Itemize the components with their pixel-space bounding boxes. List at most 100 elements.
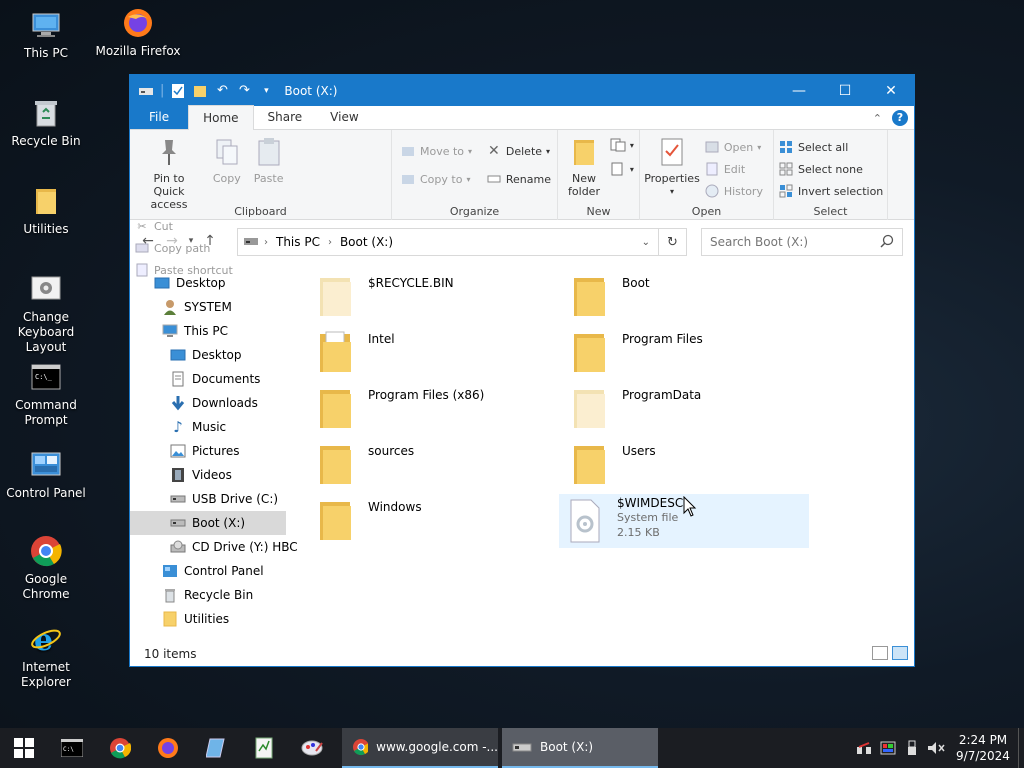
desktop-icon-firefox[interactable]: Mozilla Firefox [92, 6, 184, 59]
taskbar-cmd-button[interactable]: C:\ [48, 728, 96, 768]
select-none-button[interactable]: Select none [778, 160, 883, 178]
file-item-windows[interactable]: Windows [310, 494, 560, 548]
file-item-program-files-x86[interactable]: Program Files (x86) [310, 382, 560, 436]
tab-view[interactable]: View [316, 105, 372, 129]
breadcrumb-this-pc[interactable]: This PC [276, 235, 320, 249]
taskbar-notepad-button[interactable] [240, 728, 288, 768]
system-file-icon [570, 499, 600, 543]
file-item-users[interactable]: Users [564, 438, 814, 492]
tab-share[interactable]: Share [254, 105, 317, 129]
new-item-button[interactable]: ▾ [610, 136, 634, 154]
file-item-boot[interactable]: Boot [564, 270, 814, 324]
taskbar-task-chrome[interactable]: www.google.com -... [342, 728, 498, 768]
desktop-icon-recycle-bin[interactable]: Recycle Bin [0, 96, 92, 149]
file-item-programdata[interactable]: ProgramData [564, 382, 814, 436]
cut-button[interactable]: ✂ Cut [134, 217, 233, 235]
maximize-button[interactable]: ☐ [822, 75, 868, 106]
file-item-recycle-bin-folder[interactable]: $RECYCLE.BIN [310, 270, 560, 324]
network-icon[interactable] [852, 728, 876, 768]
taskbar-app-button[interactable] [192, 728, 240, 768]
desktop-icon-internet-explorer[interactable]: e Internet Explorer [0, 622, 92, 690]
nav-label: Downloads [192, 396, 258, 410]
new-folder-quick-icon[interactable] [192, 83, 208, 99]
undo-icon[interactable]: ↶ [214, 83, 230, 99]
nav-item-this-pc[interactable]: This PC [130, 319, 286, 343]
paste-button[interactable]: Paste [250, 134, 288, 187]
address-bar[interactable]: › This PC › Boot (X:) ⌄ [237, 228, 659, 256]
minimize-button[interactable]: — [776, 75, 822, 106]
invert-selection-button[interactable]: Invert selection [778, 182, 883, 200]
folder-icon [574, 334, 605, 372]
new-folder-button[interactable]: New folder [562, 134, 606, 200]
open-button[interactable]: Open ▾ [704, 138, 763, 156]
nav-item-system[interactable]: SYSTEM [130, 295, 286, 319]
rename-button[interactable]: Rename [486, 170, 551, 188]
nav-item-utilities[interactable]: Utilities [130, 607, 286, 631]
file-item-sources[interactable]: sources [310, 438, 560, 492]
nav-item-cd-drive[interactable]: CD Drive (Y:) HBC [130, 535, 298, 559]
nav-item-downloads[interactable]: Downloads [130, 391, 286, 415]
select-all-button[interactable]: Select all [778, 138, 883, 156]
nav-item-recycle-bin[interactable]: Recycle Bin [130, 583, 286, 607]
large-icons-view-icon[interactable] [892, 646, 908, 660]
folder-icon [574, 390, 605, 428]
taskbar-firefox-button[interactable] [144, 728, 192, 768]
nav-item-videos[interactable]: Videos [130, 463, 286, 487]
copy-button[interactable]: Copy [208, 134, 246, 187]
file-item-program-files[interactable]: Program Files [564, 326, 814, 380]
nav-item-desktop[interactable]: Desktop [130, 343, 286, 367]
nav-item-usb-drive[interactable]: USB Drive (C:) [130, 487, 286, 511]
system-tray: 2:24 PM 9/7/2024 [852, 728, 1024, 768]
copy-to-button[interactable]: Copy to ▾ [400, 170, 472, 188]
nav-label: USB Drive (C:) [192, 492, 279, 506]
tab-file[interactable]: File [130, 105, 189, 129]
file-item-intel[interactable]: Intel [310, 326, 560, 380]
move-to-button[interactable]: Move to ▾ [400, 142, 472, 160]
nav-item-documents[interactable]: Documents [130, 367, 286, 391]
search-input[interactable] [710, 235, 880, 249]
details-view-icon[interactable] [872, 646, 888, 660]
volume-muted-icon[interactable] [924, 728, 948, 768]
display-icon[interactable] [876, 728, 900, 768]
file-name: ProgramData [622, 388, 702, 402]
nav-item-music[interactable]: ♪ Music [130, 415, 286, 439]
nav-item-pictures[interactable]: Pictures [130, 439, 286, 463]
usb-icon[interactable] [900, 728, 924, 768]
properties-button[interactable]: Properties ▾ [644, 134, 700, 200]
desktop-icon-command-prompt[interactable]: C:\_ Command Prompt [0, 360, 92, 428]
history-button[interactable]: History [704, 182, 763, 200]
taskbar-chrome-button[interactable] [96, 728, 144, 768]
help-icon[interactable]: ? [892, 110, 908, 126]
desktop-icon-utilities[interactable]: Utilities [0, 184, 92, 237]
clock[interactable]: 2:24 PM 9/7/2024 [948, 732, 1018, 764]
search-box[interactable] [701, 228, 903, 256]
desktop-icon-this-pc[interactable]: This PC [0, 8, 92, 61]
desktop-icon-chrome[interactable]: Google Chrome [0, 534, 92, 602]
customize-toolbar-chevron-icon[interactable]: ▾ [258, 83, 274, 99]
breadcrumb-current[interactable]: Boot (X:) [340, 235, 393, 249]
nav-item-boot-drive[interactable]: Boot (X:) [130, 511, 286, 535]
start-button[interactable] [0, 728, 48, 768]
refresh-button[interactable]: ↻ [659, 228, 687, 256]
desktop-icon-keyboard-layout[interactable]: Change Keyboard Layout [0, 272, 92, 355]
ribbon-group-organize: Move to ▾ Copy to ▾ ✕ Delete ▾ Rename Organi… [392, 130, 558, 220]
properties-quick-icon[interactable] [170, 83, 186, 99]
nav-item-desktop-root[interactable]: Desktop [130, 271, 286, 295]
easy-access-button[interactable]: ▾ [610, 160, 634, 178]
address-dropdown-chevron-icon[interactable]: ⌄ [642, 237, 650, 248]
desktop-icon-control-panel[interactable]: Control Panel [0, 448, 92, 501]
taskbar-tool-button[interactable] [288, 728, 336, 768]
nav-item-control-panel[interactable]: Control Panel [130, 559, 286, 583]
redo-icon[interactable]: ↷ [236, 83, 252, 99]
delete-button[interactable]: ✕ Delete ▾ [486, 142, 551, 160]
clock-time: 2:24 PM [958, 733, 1008, 747]
copy-path-button[interactable]: Copy path [134, 239, 233, 257]
tab-home[interactable]: Home [188, 105, 254, 130]
taskbar-task-explorer[interactable]: Boot (X:) [502, 728, 658, 768]
properties-label: Properties [644, 172, 700, 185]
pin-to-quick-access-button[interactable]: Pin to Quick access [134, 134, 204, 213]
close-button[interactable]: ✕ [868, 75, 914, 106]
collapse-ribbon-chevron-icon[interactable]: ⌃ [873, 112, 882, 125]
show-desktop-button[interactable] [1018, 728, 1024, 768]
edit-button[interactable]: Edit [704, 160, 763, 178]
